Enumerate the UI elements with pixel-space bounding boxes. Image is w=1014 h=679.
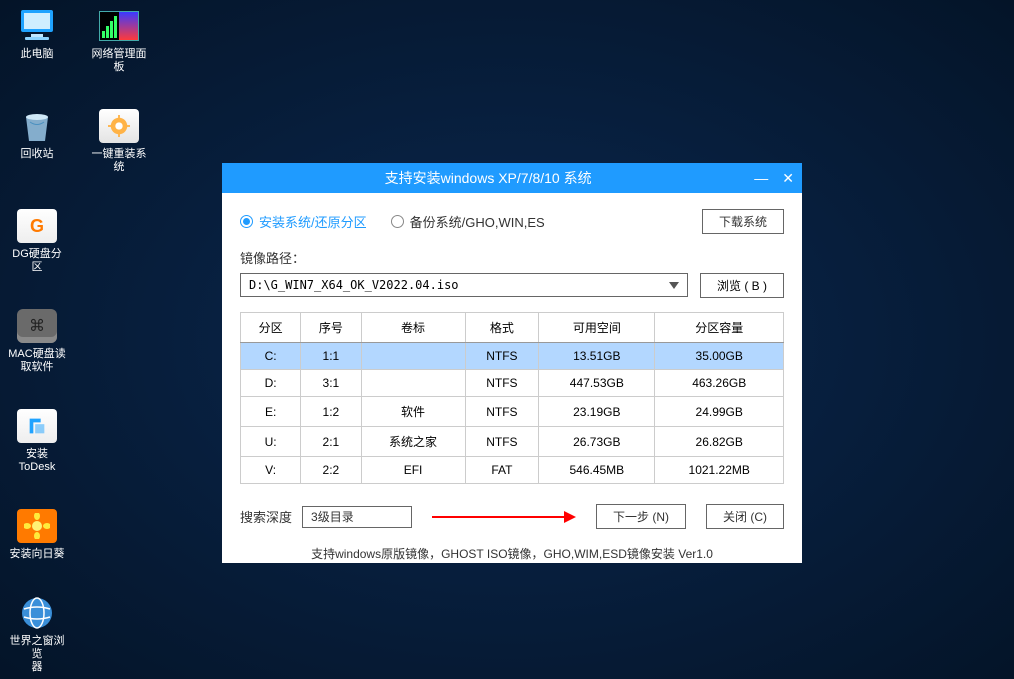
footer-text: 支持windows原版镜像，GHOST ISO镜像，GHO,WIM,ESD镜像安… [240,545,784,562]
table-cell: 26.73GB [539,427,655,457]
close-button[interactable]: ✕ [782,170,794,187]
radio-backup-label: 备份系统/GHO,WIN,ES [410,212,545,231]
th-free: 可用空间 [539,313,655,343]
table-cell: 463.26GB [655,370,784,397]
mac-disk-icon [17,309,57,343]
desktop-icon-label: 安装ToDesk [8,448,66,474]
table-cell: 2:1 [301,427,361,457]
table-cell: FAT [465,457,539,484]
table-cell [361,370,465,397]
radio-backup[interactable]: 备份系统/GHO,WIN,ES [391,212,545,231]
minimize-button[interactable]: — [754,170,768,186]
download-button[interactable]: 下载系统 [702,209,784,234]
table-cell: NTFS [465,427,539,457]
desktop-icon-reinstall[interactable]: 一键重装系统 [90,108,148,174]
desktop-icon-this-pc[interactable]: 此电脑 [8,8,66,74]
desktop-icon-dg[interactable]: G DG硬盘分区 [8,208,66,274]
depth-label: 搜索深度 [240,507,292,526]
desktop-icon-label: 一键重装系统 [90,148,148,174]
th-index: 序号 [301,313,361,343]
desktop-icon-label: MAC硬盘读 取软件 [8,348,65,374]
installer-window: 支持安装windows XP/7/8/10 系统 — ✕ 安装系统/还原分区 备… [222,163,802,563]
sunflower-icon [17,509,57,543]
table-cell: 1:2 [301,397,361,427]
radio-install-label: 安装系统/还原分区 [259,212,367,231]
table-cell: 35.00GB [655,343,784,370]
desktop-icon-label: 网络管理面板 [90,48,148,74]
todesk-icon [17,409,57,443]
table-cell: D: [241,370,301,397]
desktop-icon-mac-disk[interactable]: MAC硬盘读 取软件 [8,308,66,374]
desktop-icon-recycle-bin[interactable]: 回收站 [8,108,66,174]
table-cell [361,343,465,370]
next-button[interactable]: 下一步 (N) [596,504,686,529]
table-row[interactable]: V:2:2EFIFAT546.45MB1021.22MB [241,457,784,484]
desktop-icon-label: 世界之窗浏览 器 [8,635,66,674]
table-cell: 软件 [361,397,465,427]
gear-icon [99,109,139,143]
table-cell: 3:1 [301,370,361,397]
depth-value: 3级目录 [311,508,354,525]
table-cell: U: [241,427,301,457]
titlebar[interactable]: 支持安装windows XP/7/8/10 系统 — ✕ [222,163,802,193]
th-format: 格式 [465,313,539,343]
annotation-arrow [422,507,586,527]
table-cell: 546.45MB [539,457,655,484]
table-cell: EFI [361,457,465,484]
image-path-value: D:\G_WIN7_X64_OK_V2022.04.iso [249,278,459,292]
recycle-bin-icon [20,109,54,143]
th-partition: 分区 [241,313,301,343]
close-btn[interactable]: 关闭 (C) [706,504,784,529]
table-row[interactable]: E:1:2软件NTFS23.19GB24.99GB [241,397,784,427]
table-cell: NTFS [465,343,539,370]
computer-icon [17,8,57,44]
desktop-icon-browser[interactable]: 世界之窗浏览 器 [8,595,66,674]
table-row[interactable]: D:3:1 NTFS447.53GB463.26GB [241,370,784,397]
table-cell: 1021.22MB [655,457,784,484]
table-row[interactable]: U:2:1系统之家NTFS26.73GB26.82GB [241,427,784,457]
desktop-icon-label: DG硬盘分区 [8,248,66,274]
th-label: 卷标 [361,313,465,343]
table-cell: 13.51GB [539,343,655,370]
desktop-icon-label: 安装向日葵 [10,548,65,561]
globe-icon [19,595,55,631]
table-cell: C: [241,343,301,370]
table-cell: 1:1 [301,343,361,370]
radio-install[interactable]: 安装系统/还原分区 [240,212,367,231]
desktop-icon-label: 此电脑 [21,48,54,61]
table-cell: 2:2 [301,457,361,484]
table-cell: 24.99GB [655,397,784,427]
table-cell: NTFS [465,370,539,397]
desktop-icon-todesk[interactable]: 安装ToDesk [8,408,66,474]
table-cell: E: [241,397,301,427]
desktop: 此电脑 网络管理面板 回收站 一键重装系统 G DG硬盘分区 [0,0,1014,679]
depth-select[interactable]: 3级目录 [302,506,412,528]
table-cell: 23.19GB [539,397,655,427]
table-row[interactable]: C:1:1 NTFS13.51GB35.00GB [241,343,784,370]
image-path-label: 镜像路径： [240,248,784,267]
image-path-select[interactable]: D:\G_WIN7_X64_OK_V2022.04.iso [240,273,688,297]
table-cell: 447.53GB [539,370,655,397]
table-cell: 系统之家 [361,427,465,457]
table-cell: 26.82GB [655,427,784,457]
desktop-icon-network-panel[interactable]: 网络管理面板 [90,8,148,74]
th-cap: 分区容量 [655,313,784,343]
partition-table: 分区 序号 卷标 格式 可用空间 分区容量 C:1:1NTFS13.51GB35… [240,312,784,484]
desktop-icon-sunlogin[interactable]: 安装向日葵 [8,508,66,561]
window-title: 支持安装windows XP/7/8/10 系统 [222,168,754,188]
table-cell: NTFS [465,397,539,427]
dg-icon: G [17,209,57,243]
network-panel-icon [99,11,139,41]
table-cell: V: [241,457,301,484]
desktop-icon-label: 回收站 [21,148,54,161]
browse-button[interactable]: 浏览 ( B ) [700,273,784,298]
caret-down-icon [669,282,679,289]
